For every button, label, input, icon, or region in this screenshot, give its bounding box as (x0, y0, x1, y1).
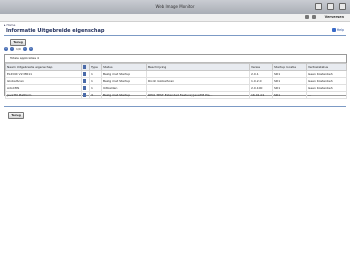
header-status[interactable]: Status (101, 63, 147, 71)
cell-doc[interactable] (81, 70, 90, 78)
applications-table: Totale applicaties 4 Naam Uitgebreide ei… (4, 54, 347, 99)
cell-status: Bezig met Startup (101, 70, 147, 78)
cell-description: Ricoh GlobalScan (146, 77, 250, 85)
help-label[interactable]: Help (337, 28, 344, 32)
cell-name: AdoCMS (5, 84, 82, 92)
table-row[interactable]: AdoCMS 1 Uitbalden 2.0.100 SD1 Geen Kost… (5, 84, 347, 92)
document-icon[interactable] (83, 93, 86, 97)
header-startup-location[interactable]: Startup locatie (272, 63, 307, 71)
header-name[interactable]: Naam Uitgebreide eigenschap (5, 63, 82, 71)
back-button-bottom[interactable]: Terug (8, 112, 24, 119)
document-icon (83, 65, 86, 69)
cell-status: Bezig met Startup (101, 77, 147, 85)
header-type[interactable]: Type (89, 63, 102, 71)
cell-type: 1 (89, 70, 102, 78)
document-icon[interactable] (83, 79, 86, 83)
cell-type: 1 (89, 84, 102, 92)
info-icon[interactable] (339, 3, 346, 10)
cell-description (146, 70, 250, 78)
printer-icon[interactable] (312, 15, 316, 19)
divider (4, 106, 346, 107)
logout-icon[interactable] (315, 3, 322, 10)
sub-toolbar-icons (305, 15, 316, 19)
document-icon[interactable] (83, 86, 86, 90)
pager: « ‹ 1/0 › » (4, 47, 33, 51)
cell-startup-location: SD1 (272, 84, 307, 92)
cell-doc[interactable] (81, 77, 90, 85)
cell-startup-location: SD1 (272, 77, 307, 85)
header-version[interactable]: Versie (249, 63, 273, 71)
cell-version: 2.0.1 (249, 70, 273, 78)
page-range: 1/0 (16, 47, 21, 51)
document-icon[interactable] (83, 72, 86, 76)
cell-version: 16.01.01 (249, 91, 273, 99)
cell-startup-location: SD1 (272, 91, 307, 99)
last-page-icon[interactable]: » (28, 47, 33, 51)
window-controls (315, 3, 346, 10)
help-link[interactable]: Help (331, 28, 344, 32)
cell-departure-status: Geen Kostenbeh (306, 77, 347, 85)
user-icon[interactable] (305, 15, 309, 19)
app-title: Web Image Monitor (155, 4, 195, 9)
cell-name: ELP-NX V2 MR11 (5, 70, 82, 78)
cell-departure-status: --- (306, 91, 347, 99)
cell-name: JavaTM Platform (5, 91, 82, 99)
header-departure-status[interactable]: Vertrekstatus (306, 63, 347, 71)
cell-doc[interactable] (81, 91, 90, 99)
cell-type: 1 (89, 77, 102, 85)
divider (4, 35, 346, 36)
table-row[interactable]: JavaTM Platform 3 Bezig met Startup RHCI… (5, 91, 347, 99)
cell-doc[interactable] (81, 84, 90, 92)
table-row[interactable]: ELP-NX V2 MR11 1 Bezig met Startup 2.0.1… (5, 70, 347, 78)
cell-type: 3 (89, 91, 102, 99)
table-row[interactable]: GlobalScan 1 Bezig met Startup Ricoh Glo… (5, 77, 347, 85)
cell-description (146, 84, 250, 92)
header-description[interactable]: Beschrijving (146, 63, 250, 71)
page-title: Informatie Uitgebreide eigenschap (6, 28, 105, 34)
cell-departure-status: Geen Kostenbeh (306, 84, 347, 92)
back-button-top[interactable]: Terug (10, 39, 26, 46)
breadcrumb-home[interactable]: ▸ Home (4, 23, 15, 27)
cell-version: 1.0.2.0 (249, 77, 273, 85)
cell-status: Bezig met Startup (101, 91, 147, 99)
cell-status: Uitbalden (101, 84, 147, 92)
table-header-row: Naam Uitgebreide eigenschap Type Status … (5, 63, 347, 71)
cell-name: GlobalScan (5, 77, 82, 85)
cell-description: RHCI TEST Extended Feature] JavaTM Pla..… (146, 91, 250, 99)
header-doc (81, 63, 90, 71)
cell-version: 2.0.100 (249, 84, 273, 92)
sub-toolbar: Verversen (0, 14, 350, 22)
total-count: Totale applicaties 4 (5, 55, 346, 63)
first-page-icon[interactable]: « (4, 47, 8, 51)
title-bar: Web Image Monitor (0, 0, 350, 15)
prev-page-icon[interactable]: ‹ (10, 47, 14, 51)
breadcrumb-label[interactable]: Home (6, 23, 15, 27)
next-page-icon[interactable]: › (22, 47, 27, 51)
refresh-button[interactable]: Verversen (325, 15, 344, 19)
help-icon (331, 28, 336, 32)
cell-startup-location: SD1 (272, 70, 307, 78)
help-icon[interactable] (327, 3, 334, 10)
cell-departure-status: Geen Kostenbeh (306, 70, 347, 78)
